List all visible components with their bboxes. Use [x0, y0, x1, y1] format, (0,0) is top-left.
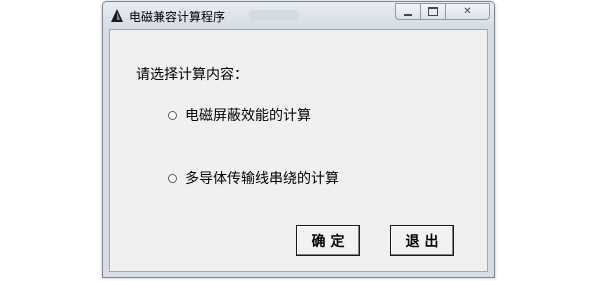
window-title: 电磁兼容计算程序 — [129, 10, 226, 24]
close-icon: ✕ — [463, 5, 472, 17]
dialog-window: 电磁兼容计算程序 ✕ 请选择计算内容： 电磁屏蔽效能的计算 多导体传输线串绕的计… — [102, 1, 495, 278]
radio-shielding-effectiveness[interactable]: 电磁屏蔽效能的计算 — [168, 105, 311, 125]
close-button[interactable]: ✕ — [446, 3, 490, 20]
confirm-button[interactable]: 确定 — [296, 225, 360, 256]
radio-button-icon[interactable] — [168, 110, 177, 120]
radio-label-crosstalk: 多导体传输线串绕的计算 — [185, 171, 339, 187]
title-reflection — [249, 10, 299, 20]
triangle-app-icon — [111, 9, 123, 22]
radio-multiconductor-crosstalk[interactable]: 多导体传输线串绕的计算 — [168, 168, 339, 188]
caption-buttons: ✕ — [395, 3, 490, 21]
exit-button[interactable]: 退出 — [390, 225, 454, 256]
prompt-label: 请选择计算内容： — [136, 67, 248, 83]
minimize-icon — [404, 13, 412, 16]
client-area: 请选择计算内容： 电磁屏蔽效能的计算 多导体传输线串绕的计算 确定 退出 — [109, 29, 488, 272]
radio-button-icon[interactable] — [168, 173, 177, 183]
title-bar[interactable]: 电磁兼容计算程序 ✕ — [103, 2, 494, 29]
minimize-button[interactable] — [395, 3, 421, 20]
screen: 电磁兼容计算程序 ✕ 请选择计算内容： 电磁屏蔽效能的计算 多导体传输线串绕的计… — [0, 0, 600, 281]
maximize-icon — [428, 7, 438, 16]
maximize-button[interactable] — [421, 3, 446, 20]
radio-label-shielding: 电磁屏蔽效能的计算 — [185, 108, 311, 124]
